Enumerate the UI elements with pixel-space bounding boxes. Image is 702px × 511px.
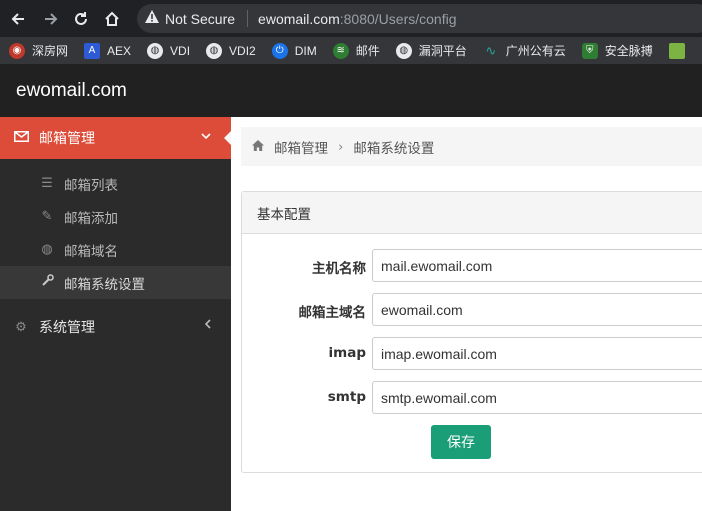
- bookmark-label: VDI: [170, 43, 191, 58]
- bookmark-item[interactable]: ⛨ 安全脉搏: [581, 42, 653, 59]
- shield-icon: ⛨: [581, 42, 598, 59]
- image-icon: [668, 42, 685, 59]
- sidebar: 邮箱管理 ☰ 邮箱列表 ✎ 邮箱添加 ◍ 邮箱域名 邮箱系统设置 ⚙ 系统管理: [0, 117, 232, 511]
- sidebar-item-mailbox-domain[interactable]: ◍ 邮箱域名: [0, 233, 231, 266]
- globe-icon: ◍: [206, 42, 223, 59]
- bookmark-label: AEX: [107, 43, 132, 58]
- bookmark-label: 广州公有云: [505, 44, 566, 58]
- bookmark-item[interactable]: A AEX: [84, 42, 132, 59]
- sidebar-item-mailbox-list[interactable]: ☰ 邮箱列表: [0, 167, 231, 200]
- breadcrumb-parent[interactable]: 邮箱管理: [274, 137, 328, 157]
- logo[interactable]: ewomail.com: [16, 80, 127, 102]
- smtp-input[interactable]: [372, 381, 702, 414]
- form-row-hostname: 主机名称: [242, 249, 702, 282]
- mailbox-submenu: ☰ 邮箱列表 ✎ 邮箱添加 ◍ 邮箱域名 邮箱系统设置: [0, 159, 231, 306]
- power-icon: ⏻: [271, 42, 288, 59]
- mail-icon: ≋: [332, 42, 349, 59]
- browser-toolbar: Not Secure ewomail.com:8080/Users/config: [0, 0, 702, 37]
- sidebar-item-label: 系统管理: [39, 320, 95, 336]
- reload-icon[interactable]: [70, 8, 92, 30]
- bookmark-label: 邮件: [355, 44, 380, 58]
- breadcrumb-current: 邮箱系统设置: [353, 140, 435, 157]
- list-icon: ☰: [41, 176, 53, 191]
- domain-label: 邮箱主域名: [298, 305, 367, 321]
- warning-icon[interactable]: [145, 10, 159, 27]
- bookmarks-bar: ◉ 深房网 A AEX ◍ VDI ◍ VDI2 ⏻ DIM ≋ 邮件 ◍ 漏洞平台 ∿ 广州公…: [0, 37, 702, 64]
- hostname-label: 主机名称: [312, 261, 366, 277]
- sidebar-item-label: 邮箱管理: [39, 131, 95, 147]
- bookmark-favicon-icon: ◉: [9, 42, 25, 59]
- globe-icon: ◍: [41, 242, 53, 257]
- main-content: 邮箱管理 › 邮箱系统设置 基本配置 主机名称 邮箱主域名 imap smtp …: [231, 117, 702, 511]
- bookmark-label: 安全脉搏: [604, 44, 653, 58]
- bookmark-overflow[interactable]: [668, 42, 692, 59]
- panel-title: 基本配置: [242, 192, 702, 234]
- bookmark-label: 漏洞平台: [418, 44, 467, 58]
- bookmark-item[interactable]: ⏻ DIM: [271, 42, 317, 59]
- save-button[interactable]: 保存: [431, 425, 491, 459]
- smtp-label: smtp: [327, 389, 366, 405]
- bookmark-item[interactable]: ∿ 广州公有云: [483, 42, 566, 59]
- app-header: ewomail.com: [0, 64, 702, 117]
- bookmark-item[interactable]: ◉ 深房网: [9, 42, 68, 59]
- form-row-imap: imap: [242, 337, 702, 370]
- wrench-icon: [38, 274, 56, 291]
- home-icon[interactable]: [101, 8, 123, 30]
- sidebar-item-label: 邮箱列表: [64, 177, 118, 194]
- bookmark-label: 深房网: [32, 44, 69, 58]
- forward-arrow-icon[interactable]: [40, 8, 62, 30]
- bookmark-item[interactable]: ◍ 漏洞平台: [395, 42, 467, 59]
- address-bar[interactable]: Not Secure ewomail.com:8080/Users/config: [137, 4, 702, 33]
- sidebar-item-mailbox-management[interactable]: 邮箱管理: [0, 117, 232, 159]
- sidebar-item-label: 邮箱域名: [64, 243, 118, 260]
- bookmark-label: VDI2: [229, 43, 256, 58]
- globe-icon: ◍: [395, 42, 412, 59]
- form-row-smtp: smtp: [242, 381, 702, 414]
- bookmark-item[interactable]: ◍ VDI: [147, 42, 191, 59]
- home-icon: [252, 139, 264, 154]
- pencil-icon: ✎: [41, 209, 53, 224]
- form-row-domain: 邮箱主域名: [242, 293, 702, 326]
- chevron-down-icon: [201, 129, 211, 143]
- bookmark-item[interactable]: ≋ 邮件: [332, 42, 380, 59]
- omnibox-divider: [247, 10, 249, 27]
- config-panel: 基本配置 主机名称 邮箱主域名 imap smtp 保存: [241, 191, 702, 473]
- hostname-input[interactable]: [372, 249, 702, 282]
- url-path: :8080/Users/config: [339, 10, 457, 27]
- bookmark-label: DIM: [294, 43, 317, 58]
- envelope-icon: [12, 130, 30, 146]
- imap-input[interactable]: [372, 337, 702, 370]
- sidebar-item-mailbox-settings[interactable]: 邮箱系统设置: [0, 266, 231, 299]
- globe-icon: ◍: [147, 42, 164, 59]
- security-status[interactable]: Not Secure: [165, 11, 235, 27]
- imap-label: imap: [328, 345, 366, 361]
- sidebar-item-mailbox-add[interactable]: ✎ 邮箱添加: [0, 200, 231, 233]
- back-arrow-icon[interactable]: [7, 8, 29, 30]
- domain-input[interactable]: [372, 293, 702, 326]
- breadcrumb-separator-icon: ›: [338, 138, 344, 155]
- breadcrumb: 邮箱管理 › 邮箱系统设置: [241, 127, 702, 166]
- wave-icon: ∿: [485, 42, 497, 58]
- gear-icon: ⚙: [15, 319, 27, 335]
- sidebar-item-label: 邮箱系统设置: [64, 276, 145, 293]
- chevron-left-icon: [204, 318, 211, 332]
- url-host: ewomail.com: [258, 10, 340, 27]
- bookmark-item[interactable]: ◍ VDI2: [206, 42, 256, 59]
- aex-icon: A: [84, 42, 101, 59]
- sidebar-item-label: 邮箱添加: [64, 210, 118, 227]
- sidebar-item-system-management[interactable]: ⚙ 系统管理: [0, 306, 231, 348]
